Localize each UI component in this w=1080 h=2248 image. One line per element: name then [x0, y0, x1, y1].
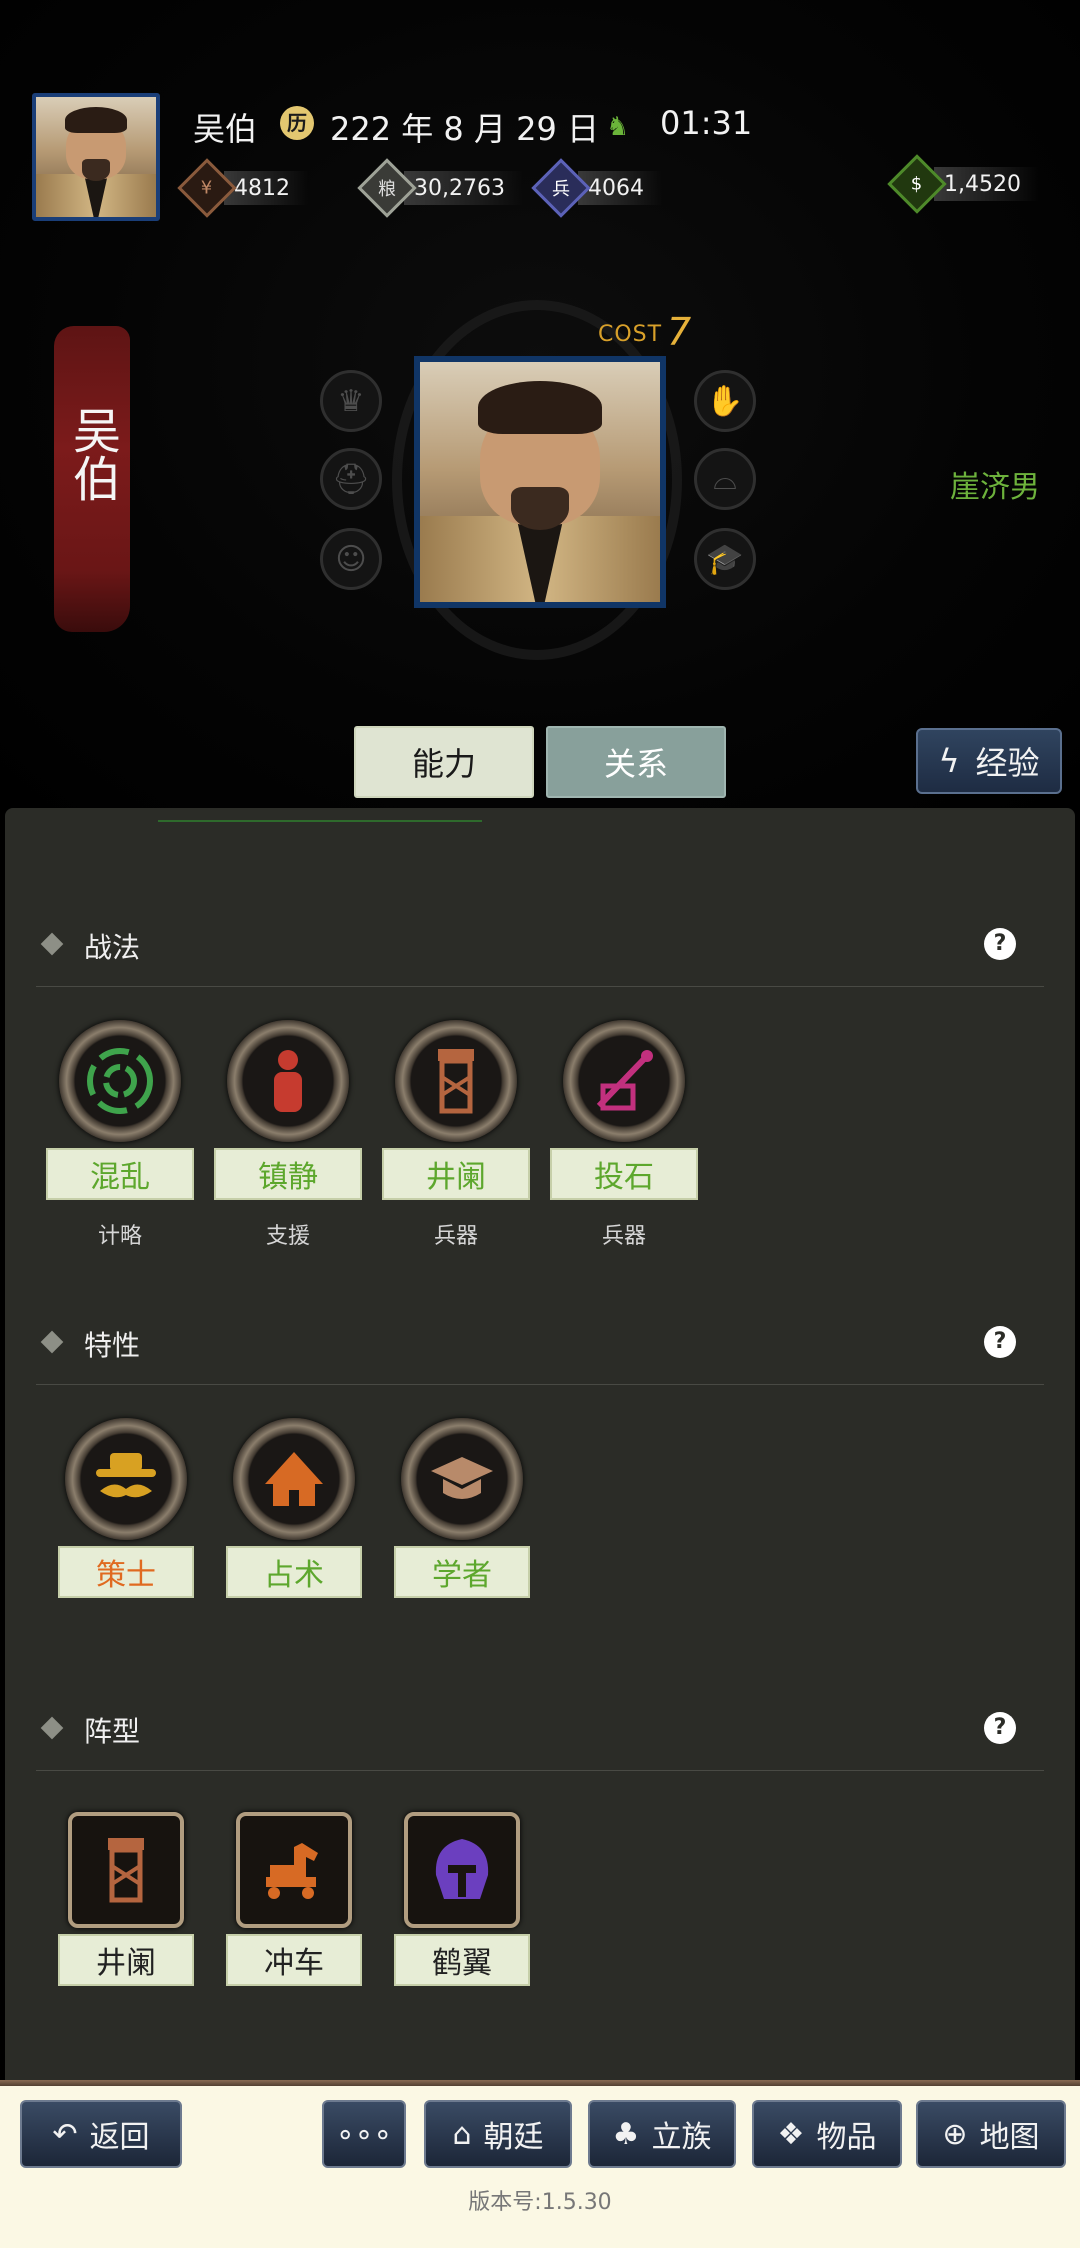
- scholar-cap-icon: [401, 1418, 523, 1540]
- more-button[interactable]: ∘∘∘: [322, 2100, 406, 2168]
- player-avatar[interactable]: [32, 93, 160, 221]
- helmet-icon[interactable]: ⛑: [320, 448, 382, 510]
- cost-value: 7: [667, 310, 692, 354]
- tab-relation[interactable]: 关系: [546, 726, 726, 798]
- items-label: 物品: [816, 2120, 877, 2155]
- trait-item[interactable]: 占术: [220, 1418, 368, 1598]
- trait-name: 策士: [58, 1546, 194, 1598]
- resource-gold-value: 1,4520: [934, 167, 1039, 201]
- clan-button[interactable]: ♣ 立族: [588, 2100, 736, 2168]
- strategist-hat-icon: [65, 1418, 187, 1540]
- more-label: ∘∘∘: [335, 2116, 393, 2152]
- soldier-icon: 兵: [531, 158, 591, 218]
- name-banner: 吴伯: [54, 326, 130, 632]
- tactic-name: 井阑: [382, 1148, 530, 1200]
- tactic-name: 投石: [550, 1148, 698, 1200]
- resource-rice: 粮 30,2763: [357, 158, 523, 218]
- game-date: 222 年 8 月 29 日: [330, 110, 600, 148]
- banner-name: 吴伯: [54, 406, 130, 515]
- return-arrow-icon: ↶: [52, 2116, 78, 2152]
- help-icon[interactable]: ?: [984, 928, 1016, 960]
- trait-item[interactable]: 策士: [52, 1418, 200, 1598]
- items-button[interactable]: ❖ 物品: [752, 2100, 902, 2168]
- face-mask-icon[interactable]: ☺: [320, 528, 382, 590]
- palace-icon: ⌂: [452, 2116, 472, 2152]
- formation-name: 鹤翼: [394, 1934, 530, 1986]
- hand-offer-icon[interactable]: ✋: [694, 370, 756, 432]
- general-portrait: [414, 356, 666, 608]
- tactic-name: 混乱: [46, 1148, 194, 1200]
- cost-label: COST: [598, 322, 663, 347]
- siege-tower-icon: [68, 1812, 184, 1928]
- map-label: 地图: [979, 2120, 1040, 2155]
- tactic-item[interactable]: 混乱 计略: [46, 1020, 194, 1250]
- mortarboard-icon[interactable]: 🎓: [694, 528, 756, 590]
- calm-figure-icon: [227, 1020, 349, 1142]
- resource-money: ¥ 4812: [177, 158, 308, 218]
- back-label: 返回: [89, 2120, 150, 2155]
- tactic-type: 支援: [265, 1224, 310, 1249]
- resource-soldier: 兵 4064: [531, 158, 662, 218]
- game-time: 01:31: [660, 104, 753, 142]
- experience-button[interactable]: ϟ 经验: [916, 728, 1062, 794]
- resource-rice-value: 30,2763: [404, 171, 523, 205]
- court-button[interactable]: ⌂ 朝廷: [424, 2100, 572, 2168]
- tactic-name: 镇静: [214, 1148, 362, 1200]
- items-icon: ❖: [777, 2116, 805, 2152]
- lightning-icon: ϟ: [938, 742, 960, 780]
- tactic-type: 兵器: [601, 1224, 646, 1249]
- rice-icon: 粮: [357, 158, 417, 218]
- crown-icon[interactable]: ♛: [320, 370, 382, 432]
- map-button[interactable]: ⊕ 地图: [916, 2100, 1066, 2168]
- formation-name: 井阑: [58, 1934, 194, 1986]
- help-icon[interactable]: ?: [984, 1712, 1016, 1744]
- divination-icon: [233, 1418, 355, 1540]
- formation-item[interactable]: 鹤翼: [388, 1812, 536, 1986]
- resource-gold: $ 1,4520: [887, 154, 1039, 214]
- formation-item[interactable]: 井阑: [52, 1812, 200, 1986]
- tactic-item[interactable]: 井阑 兵器: [382, 1020, 530, 1250]
- trait-name: 学者: [394, 1546, 530, 1598]
- helmet-icon: [404, 1812, 520, 1928]
- experience-label: 经验: [975, 744, 1040, 782]
- divider: [36, 986, 1044, 987]
- trait-item[interactable]: 学者: [388, 1418, 536, 1598]
- formation-name: 冲车: [226, 1934, 362, 1986]
- clan-icon: ♣: [612, 2116, 640, 2152]
- player-name: 吴伯: [193, 110, 258, 148]
- ram-horse-icon: [236, 1812, 352, 1928]
- trait-name: 占术: [226, 1546, 362, 1598]
- tactic-item[interactable]: 镇静 支援: [214, 1020, 362, 1250]
- banner-name-text: 吴伯: [64, 406, 120, 502]
- map-icon: ⊕: [942, 2116, 968, 2152]
- court-label: 朝廷: [483, 2120, 544, 2155]
- tactic-type: 兵器: [433, 1224, 478, 1249]
- hat-icon[interactable]: ⌓: [694, 448, 756, 510]
- calendar-seal-icon: 历: [280, 106, 314, 140]
- clan-label: 立族: [651, 2120, 712, 2155]
- back-button[interactable]: ↶ 返回: [20, 2100, 182, 2168]
- formation-item[interactable]: 冲车: [220, 1812, 368, 1986]
- horse-icon: ♞: [606, 112, 630, 142]
- tab-ability[interactable]: 能力: [354, 726, 534, 798]
- tactic-type: 计略: [97, 1224, 142, 1249]
- tactic-item[interactable]: 投石 兵器: [550, 1020, 698, 1250]
- gold-bag-icon: $: [887, 154, 947, 214]
- siege-tower-icon: [395, 1020, 517, 1142]
- divider: [36, 1770, 1044, 1771]
- catapult-icon: [563, 1020, 685, 1142]
- panel-accent-line: [158, 820, 482, 822]
- hometown: 崖济男: [950, 470, 1040, 505]
- section-title-tactics: 战法: [84, 931, 141, 964]
- help-icon[interactable]: ?: [984, 1326, 1016, 1358]
- swirl-icon: [59, 1020, 181, 1142]
- version-label: 版本号:1.5.30: [468, 2190, 612, 2215]
- divider: [36, 1384, 1044, 1385]
- section-title-formations: 阵型: [84, 1715, 141, 1748]
- section-title-traits: 特性: [84, 1329, 141, 1362]
- money-icon: ¥: [177, 158, 237, 218]
